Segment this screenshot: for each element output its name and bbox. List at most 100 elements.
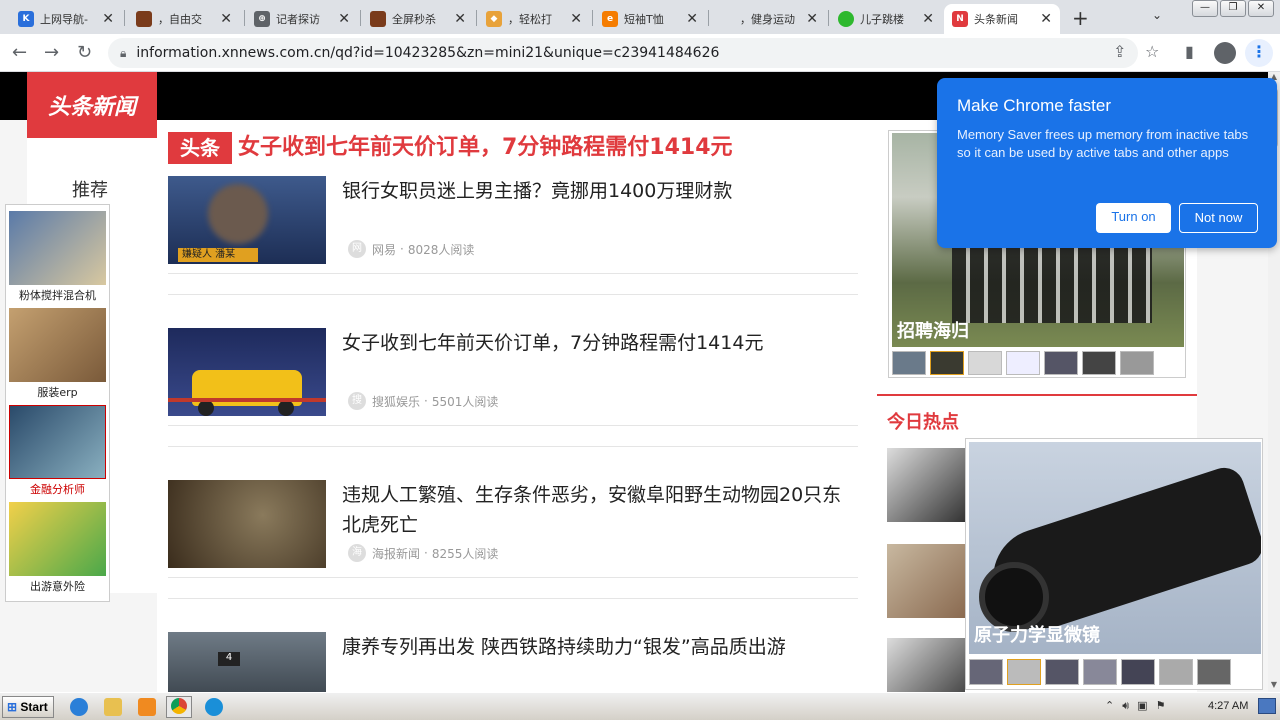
ad-thumb[interactable]: [1159, 659, 1193, 685]
side-ad-item[interactable]: 金融分析师: [9, 405, 106, 497]
side-ad-label[interactable]: 粉体搅拌混合机: [9, 287, 106, 303]
tab-1[interactable]: ，自由交 ✕: [128, 4, 240, 34]
news-item[interactable]: 女子收到七年前天价订单，7分钟路程需付1414元 搜 搜狐娱乐 · 5501人阅…: [168, 328, 858, 426]
tab-search-icon[interactable]: ⌄: [1152, 8, 1162, 22]
not-now-button[interactable]: Not now: [1179, 203, 1258, 233]
tab-favicon-icon: [136, 11, 152, 27]
media-player-icon[interactable]: [138, 698, 156, 716]
lock-icon[interactable]: 🔒︎: [120, 46, 126, 61]
hot-ad[interactable]: 原子力学显微镜: [965, 438, 1263, 690]
tab-0[interactable]: K 上网导航- ✕: [10, 4, 122, 34]
show-desktop-button[interactable]: [1258, 698, 1276, 714]
new-tab-button[interactable]: +: [1072, 6, 1089, 30]
address-bar[interactable]: 🔒︎ information.xnnews.com.cn/qd?id=10423…: [108, 38, 1138, 68]
share-icon[interactable]: ⇪: [1113, 42, 1126, 61]
recruit-thumb-row: [892, 351, 1154, 375]
chrome-menu-icon[interactable]: ⋮: [1245, 39, 1273, 67]
news-thumbnail[interactable]: [168, 328, 326, 416]
hot-thumb[interactable]: [887, 544, 965, 618]
chrome-taskbar-button[interactable]: [166, 696, 192, 718]
ad-thumb[interactable]: [892, 351, 926, 375]
ie-icon[interactable]: [70, 698, 88, 716]
close-icon[interactable]: ✕: [922, 11, 934, 27]
hot-thumb[interactable]: [887, 638, 965, 692]
close-icon[interactable]: ✕: [1040, 11, 1052, 27]
news-item[interactable]: 违规人工繁殖、生存条件恶劣，安徽阜阳野生动物园20只东北虎死亡 海 海报新闻 ·…: [168, 480, 858, 578]
tab-active[interactable]: N 头条新闻 ✕: [944, 4, 1060, 34]
ad-thumb[interactable]: [1120, 351, 1154, 375]
side-ad-image[interactable]: [9, 502, 106, 576]
side-ad-label[interactable]: 出游意外险: [9, 578, 106, 594]
tab-5[interactable]: e 短袖T恤 ✕: [594, 4, 706, 34]
tab-6[interactable]: ，健身运动 ✕: [710, 4, 826, 34]
volume-icon[interactable]: 🔊︎: [1122, 699, 1129, 713]
close-icon[interactable]: ✕: [806, 11, 818, 27]
close-icon[interactable]: ✕: [686, 11, 698, 27]
nav-recommend[interactable]: 推荐: [72, 176, 108, 202]
scroll-down-icon[interactable]: ▼: [1268, 680, 1280, 692]
tab-3[interactable]: 全屏秒杀 ✕: [362, 4, 474, 34]
site-logo[interactable]: 头条新闻: [27, 72, 157, 138]
ad-thumb[interactable]: [1197, 659, 1231, 685]
ad-thumb[interactable]: [1121, 659, 1155, 685]
restore-icon[interactable]: ❐: [1220, 0, 1246, 17]
ad-thumb[interactable]: [1007, 659, 1041, 685]
tab-4[interactable]: ◆ ，轻松打 ✕: [478, 4, 590, 34]
news-title[interactable]: 违规人工繁殖、生存条件恶劣，安徽阜阳野生动物园20只东北虎死亡: [342, 480, 842, 540]
ad-thumb[interactable]: [1045, 659, 1079, 685]
side-ad-label[interactable]: 金融分析师: [9, 481, 106, 497]
side-ad-image[interactable]: [9, 405, 106, 479]
news-title[interactable]: 银行女职员迷上男主播？竟挪用1400万理财款: [342, 176, 842, 206]
headline-link[interactable]: 女子收到七年前天价订单，7分钟路程需付1414元: [238, 132, 733, 164]
turn-on-button[interactable]: Turn on: [1096, 203, 1171, 233]
ad-thumb[interactable]: [969, 659, 1003, 685]
side-ad-item[interactable]: 粉体搅拌混合机: [9, 211, 106, 303]
tab-7[interactable]: 儿子跳楼 ✕: [830, 4, 942, 34]
close-icon[interactable]: ✕: [570, 11, 582, 27]
close-icon[interactable]: ✕: [338, 11, 350, 27]
network-icon[interactable]: ▣: [1137, 699, 1147, 713]
minimize-icon[interactable]: —: [1192, 0, 1218, 17]
thumb-caption: 嫌疑人 潘某: [178, 248, 258, 262]
hot-ad-label[interactable]: 原子力学显微镜: [974, 621, 1100, 647]
news-item[interactable]: 嫌疑人 潘某 银行女职员迷上男主播？竟挪用1400万理财款 网 网易 · 802…: [168, 176, 858, 274]
ad-thumb[interactable]: [1006, 351, 1040, 375]
news-source: 网易: [372, 242, 397, 257]
side-panel-icon[interactable]: ▮: [1185, 42, 1194, 61]
news-title[interactable]: 康养专列再出发 陕西铁路持续助力“银发”高品质出游: [342, 632, 842, 662]
forward-arrow-icon[interactable]: →: [44, 42, 59, 63]
ad-thumb[interactable]: [930, 351, 964, 375]
close-icon[interactable]: ✕: [220, 11, 232, 27]
recruit-ad-label[interactable]: 招聘海归: [897, 317, 969, 343]
tray-arrow-icon[interactable]: ⌃: [1105, 699, 1114, 713]
news-thumbnail[interactable]: 嫌疑人 潘某: [168, 176, 326, 264]
tab-title: ，自由交: [158, 13, 202, 26]
ad-thumb[interactable]: [1044, 351, 1078, 375]
ad-thumb[interactable]: [968, 351, 1002, 375]
reload-icon[interactable]: ↻: [77, 42, 92, 63]
clock[interactable]: 4:27 AM: [1208, 700, 1248, 712]
side-ad-image[interactable]: [9, 211, 106, 285]
close-icon[interactable]: ✕: [454, 11, 466, 27]
news-thumbnail[interactable]: 4: [168, 632, 326, 692]
side-ad-item[interactable]: 出游意外险: [9, 502, 106, 594]
news-thumbnail[interactable]: [168, 480, 326, 568]
close-window-icon[interactable]: ✕: [1248, 0, 1274, 17]
close-icon[interactable]: ✕: [102, 11, 114, 27]
bookmark-star-icon[interactable]: ☆: [1145, 42, 1159, 61]
profile-avatar-icon[interactable]: [1214, 42, 1236, 64]
start-button[interactable]: ⊞ Start: [2, 696, 54, 718]
news-title[interactable]: 女子收到七年前天价订单，7分钟路程需付1414元: [342, 328, 842, 358]
side-ad-image[interactable]: [9, 308, 106, 382]
ad-thumb[interactable]: [1083, 659, 1117, 685]
hot-thumb[interactable]: [887, 448, 965, 522]
side-ad-item[interactable]: 服装erp: [9, 308, 106, 400]
folder-icon[interactable]: [104, 698, 122, 716]
news-item[interactable]: 4 康养专列再出发 陕西铁路持续助力“银发”高品质出游: [168, 632, 858, 692]
ad-thumb[interactable]: [1082, 351, 1116, 375]
side-ad-label[interactable]: 服装erp: [9, 384, 106, 400]
edge-icon[interactable]: [205, 698, 223, 716]
tab-2[interactable]: ⊕ 记者探访 ✕: [246, 4, 358, 34]
back-arrow-icon[interactable]: ←: [12, 42, 27, 63]
flag-icon[interactable]: ⚑: [1156, 699, 1166, 713]
